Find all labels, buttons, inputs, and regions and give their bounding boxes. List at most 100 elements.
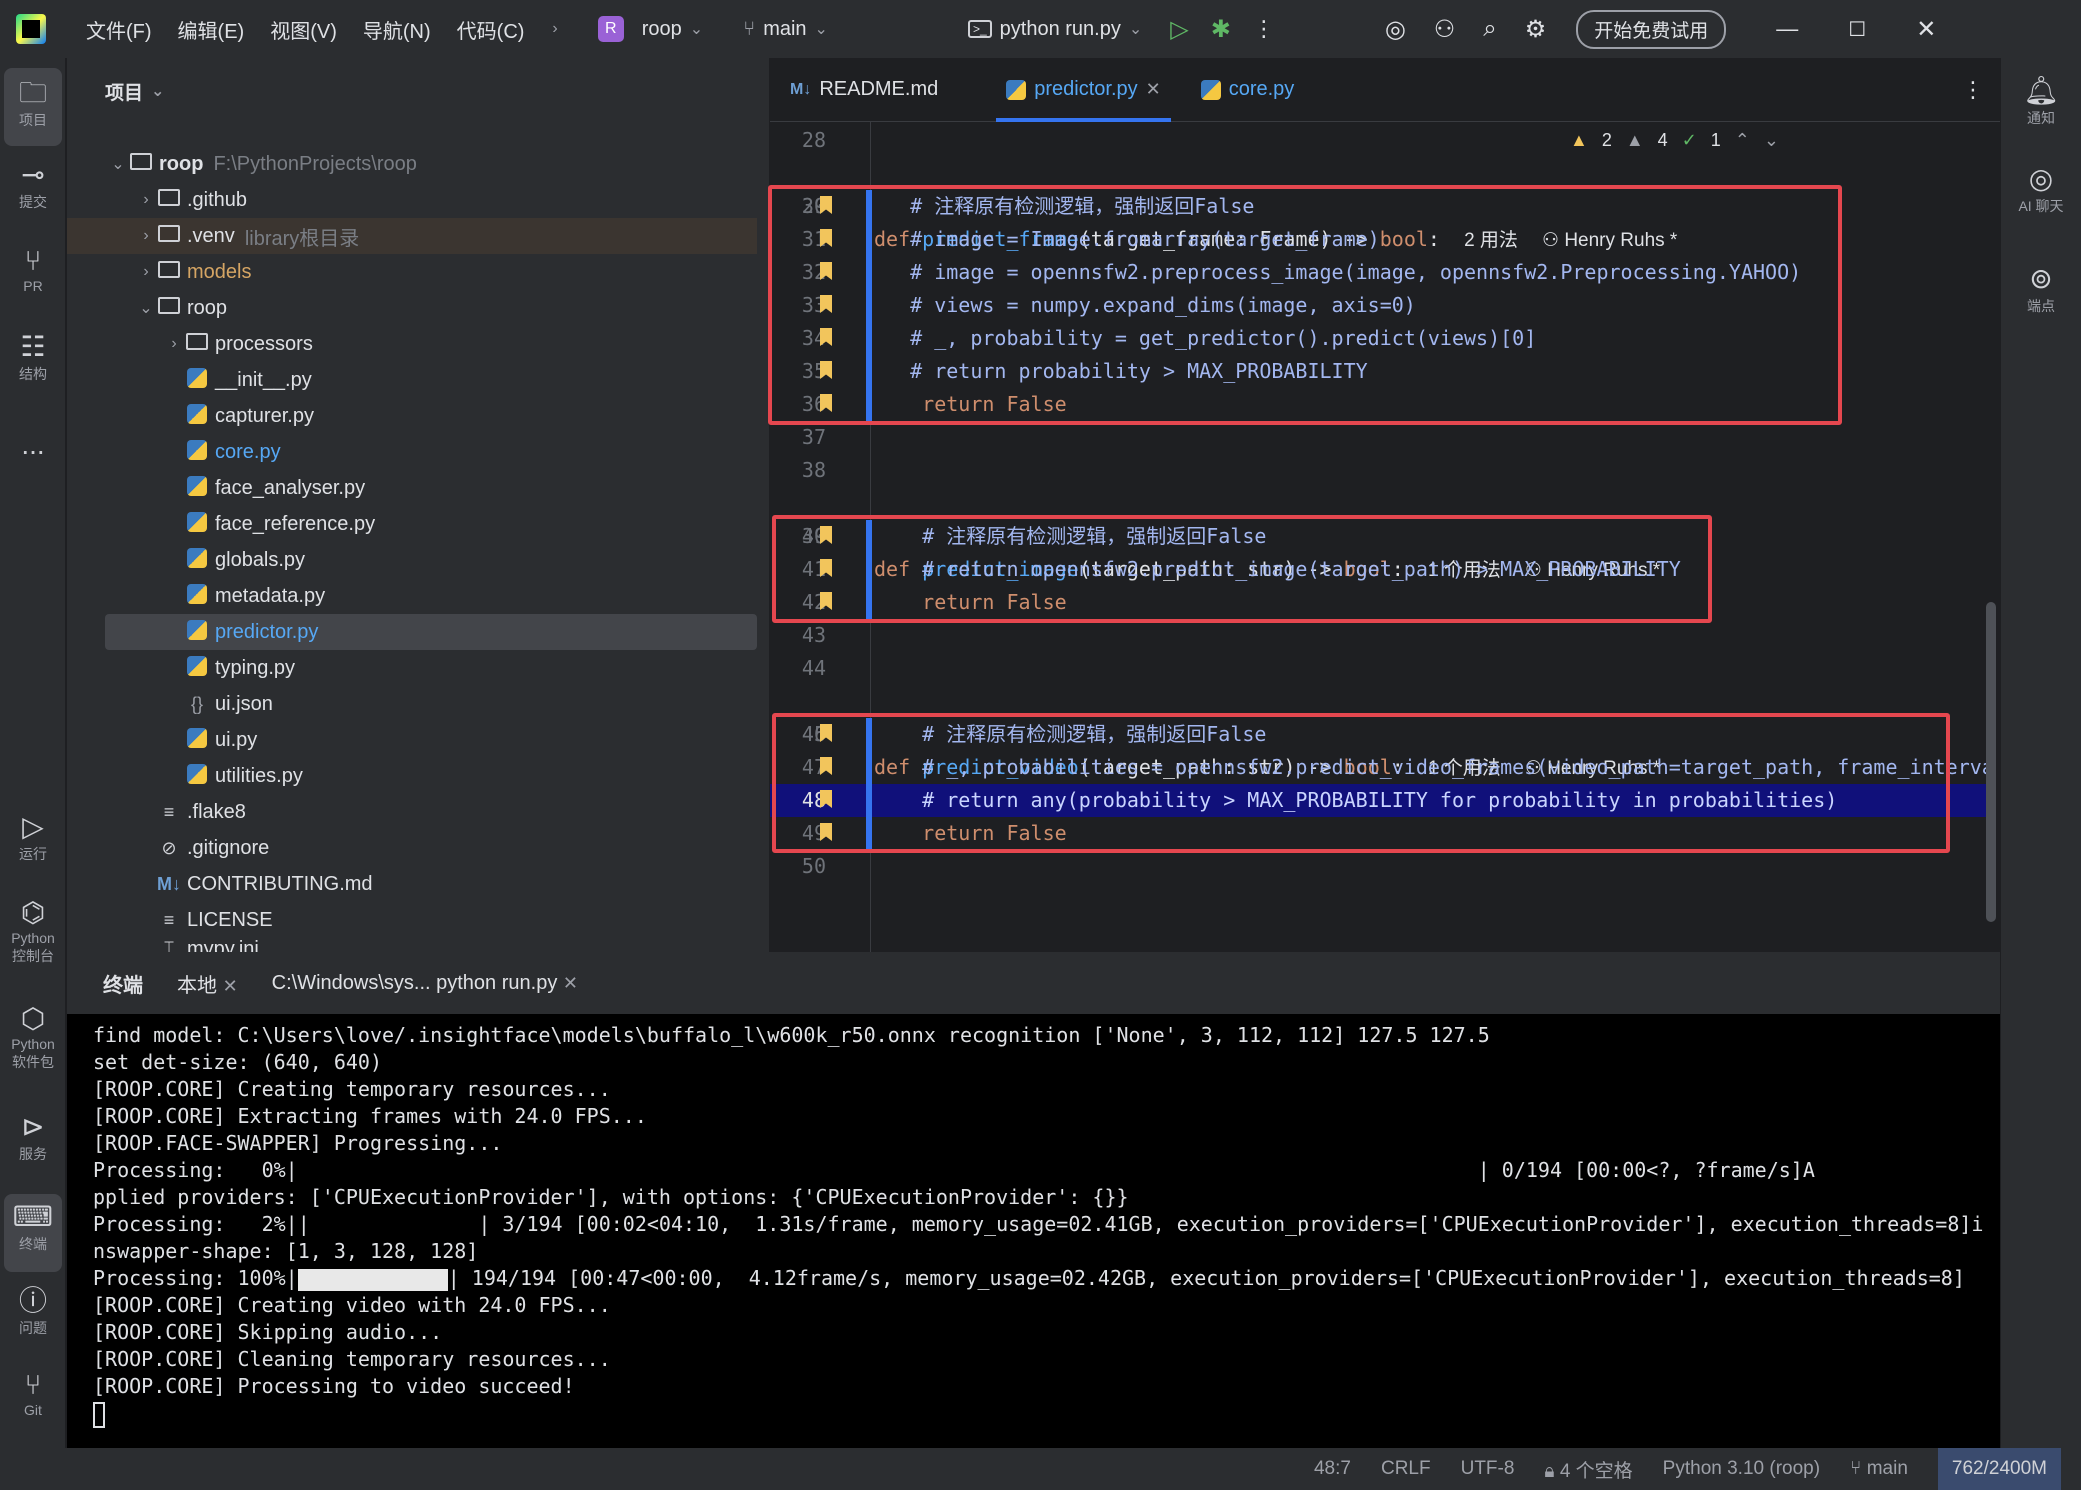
tree-item-github[interactable]: › .github: [67, 182, 757, 218]
tool-python-console[interactable]: ⌬ Python 控制台: [4, 896, 62, 966]
minimize-icon[interactable]: —: [1776, 16, 1798, 42]
tab-readme[interactable]: M↓ README.md: [770, 58, 958, 122]
menu-navigate[interactable]: 导航(N): [363, 15, 431, 44]
close-tab-icon[interactable]: ✕: [563, 973, 578, 993]
tree-item-mypy-ini[interactable]: ⌶ mypy.ini: [67, 938, 757, 952]
status-indent[interactable]: 🔒︎ 4 个空格: [1544, 1456, 1632, 1483]
terminal-prompt[interactable]: [93, 1400, 2000, 1428]
tree-item-flake8[interactable]: ≡ .flake8: [67, 794, 757, 830]
tree-item-gitignore[interactable]: ⊘ .gitignore: [67, 830, 757, 866]
terminal-tab-run[interactable]: C:\Windows\sys... python run.py ✕: [272, 972, 578, 995]
tool-more[interactable]: ...: [4, 428, 62, 462]
maximize-icon[interactable]: ☐: [1848, 17, 1866, 42]
tree-item-ui-py[interactable]: ui.py: [67, 722, 757, 758]
status-branch[interactable]: ⑂ main: [1850, 1458, 1908, 1480]
status-interpreter[interactable]: Python 3.10 (roop): [1663, 1458, 1820, 1480]
tool-git[interactable]: ⑂ Git: [4, 1368, 62, 1418]
right-tool-strip: 🔔︎ 通知 ◎ AI 聊天 ⊚ 端点: [2000, 58, 2081, 1448]
settings-gear-icon[interactable]: ⚙: [1525, 15, 1547, 44]
tool-commit-label: 提交: [19, 194, 47, 210]
tool-endpoints[interactable]: ⊚ 端点: [2011, 262, 2071, 316]
terminal-line: [ROOP.CORE] Creating video with 24.0 FPS…: [93, 1293, 611, 1317]
tree-item-metadata-py[interactable]: metadata.py: [67, 578, 757, 614]
code-line: 44: [770, 652, 1992, 685]
more-actions-icon[interactable]: ⋮: [1253, 16, 1275, 42]
tool-services[interactable]: ⊳ 服务: [4, 1110, 62, 1164]
menu-code[interactable]: 代码(C): [457, 15, 525, 44]
tree-item-ui-json[interactable]: {} ui.json: [67, 686, 757, 722]
code-line: 43: [770, 619, 1992, 652]
branch-switcher[interactable]: ⑂ main ⌄: [743, 18, 828, 41]
tree-item-label: .github: [187, 188, 248, 211]
tool-problems[interactable]: ⓘ 问题: [4, 1284, 62, 1338]
tool-structure-label: 结构: [19, 366, 47, 382]
tool-pull-requests[interactable]: ⑂ PR: [4, 244, 62, 294]
tool-python-packages[interactable]: ⬡ Python 软件包: [4, 1002, 62, 1072]
pull-request-icon: ⑂: [24, 245, 42, 276]
tree-item-venv[interactable]: › .venv library根目录: [67, 218, 757, 254]
tree-item-contributing-md[interactable]: M↓ CONTRIBUTING.md: [67, 866, 757, 902]
tree-item-typing-py[interactable]: typing.py: [67, 650, 757, 686]
tool-commit[interactable]: ⊸ 提交: [4, 158, 62, 212]
run-icon[interactable]: ▷: [1170, 15, 1188, 44]
code-area[interactable]: 28 29 def predict_frame(target_frame: Fr…: [768, 122, 2000, 1014]
tool-structure[interactable]: ☷ 结构: [4, 330, 62, 384]
tree-item-utilities-py[interactable]: utilities.py: [67, 758, 757, 794]
collapsed-arrow-icon: ›: [143, 191, 149, 208]
tool-project-label: 项目: [19, 112, 47, 128]
tree-item-capturer-py[interactable]: capturer.py: [67, 398, 757, 434]
status-memory-indicator[interactable]: 762/2400M: [1937, 1448, 2061, 1490]
project-name: roop: [641, 17, 682, 40]
tool-run[interactable]: ▷ 运行: [4, 810, 62, 864]
python-console-icon: ⌬: [20, 897, 46, 928]
tree-item-core-py[interactable]: core.py: [67, 434, 757, 470]
ai-assistant-icon[interactable]: ◎: [1385, 15, 1406, 44]
tree-item-license[interactable]: ≡ LICENSE: [67, 902, 757, 938]
vertical-scrollbar[interactable]: [1986, 602, 1996, 922]
more-menu-chevron-icon[interactable]: ›: [552, 20, 557, 38]
start-trial-button[interactable]: 开始免费试用: [1576, 9, 1727, 49]
status-caret-position[interactable]: 48:7: [1314, 1458, 1351, 1480]
tool-notifications[interactable]: 🔔︎ 通知: [2011, 74, 2071, 128]
tree-item-face-analyser-py[interactable]: face_analyser.py: [67, 470, 757, 506]
tool-project[interactable]: 🗀 项目: [4, 68, 62, 146]
git-icon: ⑂: [24, 1369, 42, 1400]
tab-label: core.py: [1228, 78, 1295, 100]
tree-item-face-reference-py[interactable]: face_reference.py: [67, 506, 757, 542]
tree-item-init-py[interactable]: __init__.py: [67, 362, 757, 398]
close-tab-icon[interactable]: ✕: [1146, 79, 1161, 100]
tree-item-globals-py[interactable]: globals.py: [67, 542, 757, 578]
debug-icon[interactable]: ✱: [1211, 15, 1231, 44]
tree-root[interactable]: ⌄ roop F:\PythonProjects\roop: [67, 146, 757, 182]
add-user-icon[interactable]: ⚇: [1434, 15, 1456, 44]
tree-item-roop-pkg[interactable]: ⌄ roop: [67, 290, 757, 326]
menu-edit[interactable]: 编辑(E): [178, 15, 245, 44]
terminal-tab-local[interactable]: 本地 ✕: [177, 969, 238, 998]
run-config-selector[interactable]: >_ python run.py ⌄: [967, 18, 1142, 41]
search-icon[interactable]: ⌕: [1483, 15, 1496, 43]
terminal-icon: >_: [967, 20, 992, 38]
menu-file[interactable]: 文件(F): [86, 15, 152, 44]
terminal-output[interactable]: find model: C:\Users\love/.insightface\m…: [67, 1014, 2000, 1448]
line-number: 44: [801, 656, 826, 680]
tab-predictor[interactable]: predictor.py ✕: [986, 58, 1180, 122]
tool-terminal[interactable]: ⌨ 终端: [4, 1194, 62, 1272]
tabs-more-icon[interactable]: ⋮: [1962, 77, 1984, 103]
tab-core[interactable]: core.py: [1181, 58, 1315, 122]
tree-item-label: utilities.py: [215, 764, 303, 787]
tool-ai-chat[interactable]: ◎ AI 聊天: [2011, 162, 2071, 216]
title-bar: 文件(F) 编辑(E) 视图(V) 导航(N) 代码(C) › R roop ⌄…: [0, 0, 2081, 58]
close-window-icon[interactable]: ✕: [1916, 15, 1936, 44]
tree-item-predictor-py[interactable]: predictor.py: [105, 614, 757, 650]
tree-item-models[interactable]: › models: [67, 254, 757, 290]
tool-run-label: 运行: [19, 846, 47, 862]
close-tab-icon[interactable]: ✕: [223, 976, 238, 996]
status-encoding[interactable]: UTF-8: [1461, 1458, 1515, 1480]
project-panel-header[interactable]: 项目 ⌄: [67, 58, 769, 124]
tree-item-processors[interactable]: › processors: [67, 326, 757, 362]
pycharm-logo-icon[interactable]: [16, 14, 46, 44]
bell-icon: 🔔︎: [2023, 75, 2059, 106]
project-switcher[interactable]: R roop ⌄: [597, 16, 703, 42]
menu-view[interactable]: 视图(V): [270, 15, 337, 44]
status-line-separator[interactable]: CRLF: [1381, 1458, 1431, 1480]
